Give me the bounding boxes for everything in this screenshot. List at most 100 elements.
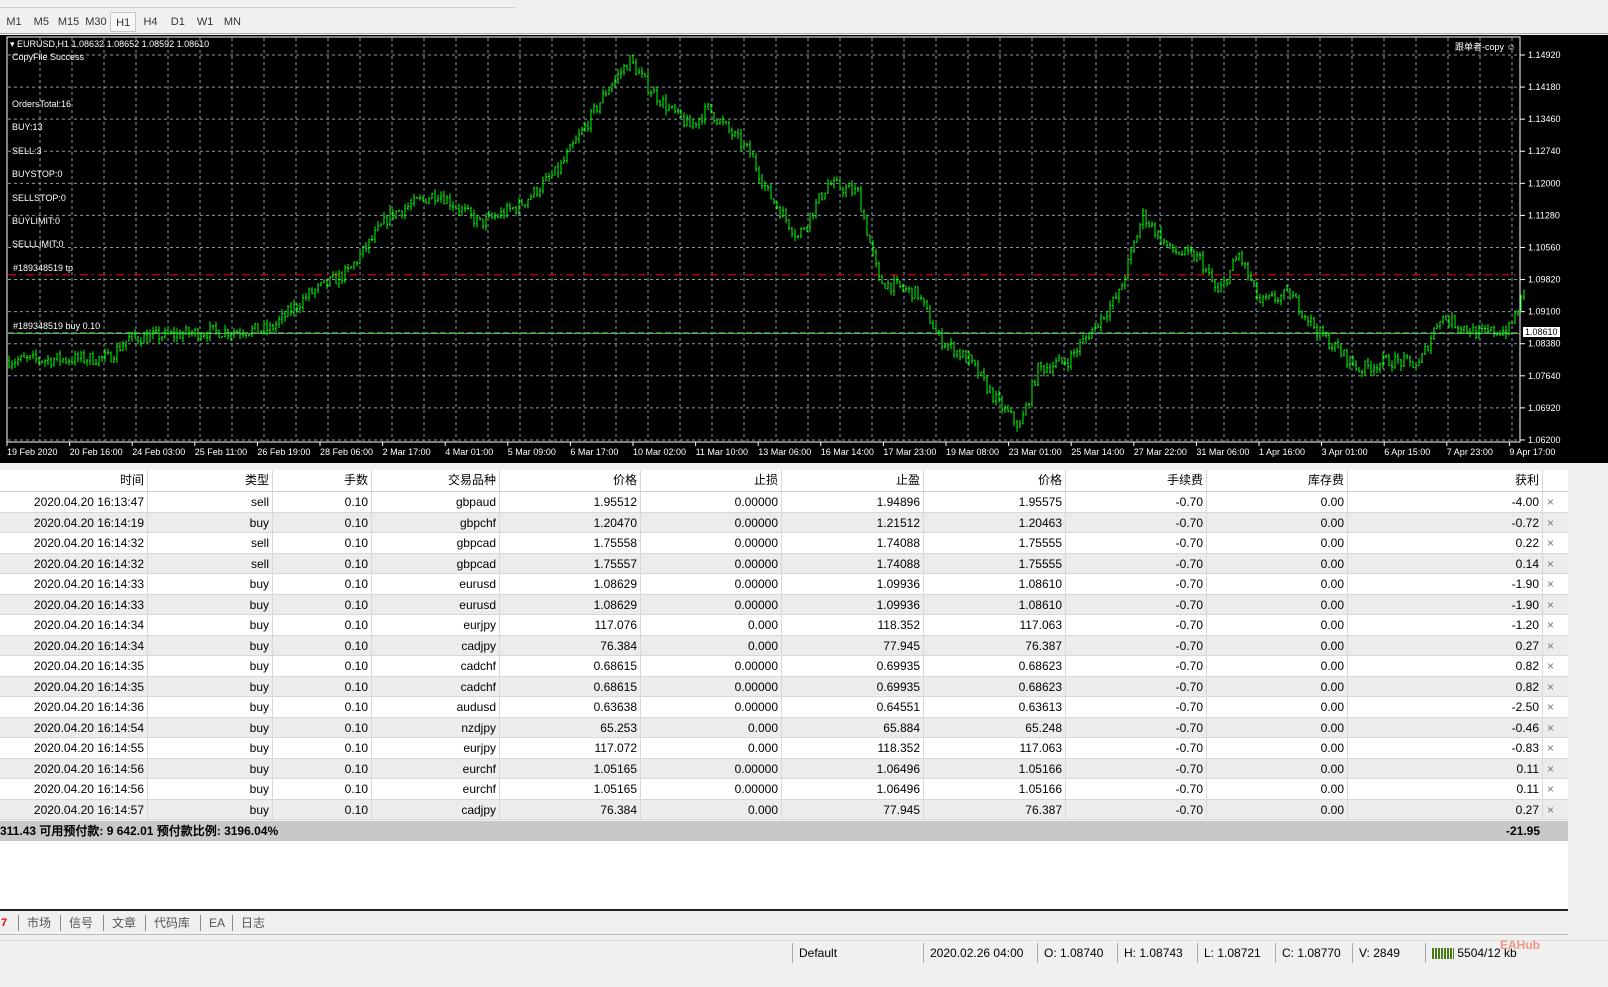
- price-chart[interactable]: 1.14920 1.14180 1.13460 1.12740 1.12000 1.112…: [0, 35, 1608, 463]
- table-row[interactable]: 2020.04.20 16:13:47 sell 0.10 gbpaud 1.95512…: [0, 492, 1568, 513]
- column-header[interactable]: 类型: [148, 470, 273, 491]
- tab-2[interactable]: 文章: [103, 915, 144, 931]
- tab-3[interactable]: 代码库: [145, 915, 198, 931]
- table-row[interactable]: 2020.04.20 16:14:34 buy 0.10 cadjpy 76.384 0.…: [0, 635, 1568, 656]
- table-cell: 2020.04.20 16:14:32: [0, 553, 148, 573]
- column-header[interactable]: 价格: [924, 470, 1066, 491]
- close-order-icon[interactable]: ×: [1547, 759, 1554, 779]
- timeframe-m1[interactable]: M1: [1, 12, 27, 32]
- table-cell: buy: [148, 799, 273, 819]
- x-tick-label: 2 Mar 17:00: [383, 447, 431, 457]
- timeframe-mn[interactable]: MN: [219, 12, 245, 32]
- table-row[interactable]: 2020.04.20 16:14:32 sell 0.10 gbpcad 1.75557…: [0, 553, 1568, 574]
- x-tick-label: 7 Apr 23:00: [1447, 447, 1493, 457]
- smiley-icon: ☺: [1506, 42, 1516, 52]
- x-tick-label: 26 Feb 19:00: [257, 447, 310, 457]
- table-cell: 2020.04.20 16:14:36: [0, 697, 148, 717]
- table-cell: 0.63613: [924, 697, 1066, 717]
- x-tick-label: 9 Apr 17:00: [1509, 447, 1555, 457]
- table-cell: 0.10: [273, 615, 372, 635]
- table-cell: 0.10: [273, 697, 372, 717]
- close-order-icon[interactable]: ×: [1547, 738, 1554, 758]
- table-cell: 0.64551: [782, 697, 924, 717]
- table-cell: 2020.04.20 16:13:47: [0, 492, 148, 512]
- timeframe-w1[interactable]: W1: [192, 12, 218, 32]
- table-cell: 76.384: [500, 635, 641, 655]
- table-cell: 1.75557: [500, 553, 641, 573]
- column-header[interactable]: 时间: [0, 470, 148, 491]
- x-tick-label: 6 Apr 15:00: [1384, 447, 1430, 457]
- table-row[interactable]: 2020.04.20 16:14:56 buy 0.10 eurchf 1.05165 0…: [0, 779, 1568, 800]
- table-cell: 0.00000: [641, 512, 782, 532]
- table-row[interactable]: 2020.04.20 16:14:35 buy 0.10 cadchf 0.68615 0…: [0, 676, 1568, 697]
- table-row[interactable]: 2020.04.20 16:14:33 buy 0.10 eurusd 1.08629 0…: [0, 594, 1568, 615]
- table-cell: buy: [148, 615, 273, 635]
- close-order-icon[interactable]: ×: [1547, 677, 1554, 697]
- table-cell: 0.00: [1207, 574, 1348, 594]
- table-cell: 77.945: [782, 799, 924, 819]
- close-order-icon[interactable]: ×: [1547, 800, 1554, 820]
- table-row[interactable]: 2020.04.20 16:14:19 buy 0.10 gbpchf 1.20470 0…: [0, 512, 1568, 533]
- column-header[interactable]: 库存费: [1207, 470, 1348, 491]
- table-cell: 2020.04.20 16:14:32: [0, 533, 148, 553]
- close-order-icon[interactable]: ×: [1547, 697, 1554, 717]
- close-order-icon[interactable]: ×: [1547, 492, 1554, 512]
- close-order-icon[interactable]: ×: [1547, 779, 1554, 799]
- x-tick-label: 6 Mar 17:00: [570, 447, 618, 457]
- status-profile[interactable]: Default: [792, 943, 837, 963]
- table-row[interactable]: 2020.04.20 16:14:36 buy 0.10 audusd 0.63638 0…: [0, 697, 1568, 718]
- close-order-icon[interactable]: ×: [1547, 513, 1554, 533]
- close-order-icon[interactable]: ×: [1547, 595, 1554, 615]
- tab-5[interactable]: 日志: [232, 915, 273, 931]
- table-row[interactable]: 2020.04.20 16:14:54 buy 0.10 nzdjpy 65.253 0.…: [0, 717, 1568, 738]
- timeframe-h1[interactable]: H1: [110, 12, 137, 32]
- timeframe-m5[interactable]: M5: [28, 12, 54, 32]
- table-row[interactable]: 2020.04.20 16:14:35 buy 0.10 cadchf 0.68615 0…: [0, 656, 1568, 677]
- table-cell: 2020.04.20 16:14:56: [0, 758, 148, 778]
- column-header[interactable]: 获利: [1348, 470, 1543, 491]
- table-cell: -0.70: [1066, 779, 1207, 799]
- close-order-icon[interactable]: ×: [1547, 615, 1554, 635]
- table-row[interactable]: 2020.04.20 16:14:33 buy 0.10 eurusd 1.08629 0…: [0, 574, 1568, 595]
- ea-indicator[interactable]: 跟单者-copy ☺: [1455, 40, 1516, 53]
- close-order-icon[interactable]: ×: [1547, 636, 1554, 656]
- column-header[interactable]: 止盈: [782, 470, 924, 491]
- table-cell: -2.50: [1348, 697, 1543, 717]
- column-header[interactable]: 手数: [273, 470, 372, 491]
- table-cell: 2020.04.20 16:14:34: [0, 635, 148, 655]
- close-order-icon[interactable]: ×: [1547, 656, 1554, 676]
- column-header[interactable]: 手续费: [1066, 470, 1207, 491]
- timeframe-m30[interactable]: M30: [83, 12, 109, 32]
- table-cell: -0.70: [1066, 553, 1207, 573]
- table-cell: 1.08610: [924, 594, 1066, 614]
- table-row[interactable]: 2020.04.20 16:14:34 buy 0.10 eurjpy 117.076 0…: [0, 615, 1568, 636]
- current-price-tag: 1.08610: [1523, 327, 1560, 337]
- column-header[interactable]: 交易品种: [372, 470, 500, 491]
- tab-4[interactable]: EA: [200, 915, 233, 931]
- table-cell: 1.08629: [500, 594, 641, 614]
- close-order-icon[interactable]: ×: [1547, 574, 1554, 594]
- column-header[interactable]: 价格: [500, 470, 641, 491]
- status-high: H: 1.08743: [1117, 943, 1183, 963]
- timeframe-m15[interactable]: M15: [56, 12, 82, 32]
- timeframe-d1[interactable]: D1: [165, 12, 191, 32]
- timeframe-h4[interactable]: H4: [138, 12, 164, 32]
- table-row[interactable]: 2020.04.20 16:14:57 buy 0.10 cadjpy 76.384 0.…: [0, 799, 1568, 820]
- column-header[interactable]: 止损: [641, 470, 782, 491]
- x-tick-label: 31 Mar 06:00: [1196, 447, 1249, 457]
- tab-1[interactable]: 信号: [60, 915, 101, 931]
- table-row[interactable]: 2020.04.20 16:14:32 sell 0.10 gbpcad 1.75558…: [0, 533, 1568, 554]
- table-row[interactable]: 2020.04.20 16:14:56 buy 0.10 eurchf 1.05165 0…: [0, 758, 1568, 779]
- table-cell: audusd: [372, 697, 500, 717]
- table-cell: 0.68615: [500, 656, 641, 676]
- close-order-icon[interactable]: ×: [1547, 533, 1554, 553]
- close-order-icon[interactable]: ×: [1547, 554, 1554, 574]
- table-row[interactable]: 2020.04.20 16:14:55 buy 0.10 eurjpy 117.072 0…: [0, 738, 1568, 759]
- chart-canvas: 1.14920 1.14180 1.13460 1.12740 1.12000 1.112…: [6, 36, 1561, 457]
- table-cell: cadchf: [372, 656, 500, 676]
- table-cell: gbpchf: [372, 512, 500, 532]
- close-order-icon[interactable]: ×: [1547, 718, 1554, 738]
- tab-0[interactable]: 市场: [18, 915, 59, 931]
- table-cell: 0.10: [273, 799, 372, 819]
- table-cell: -0.70: [1066, 615, 1207, 635]
